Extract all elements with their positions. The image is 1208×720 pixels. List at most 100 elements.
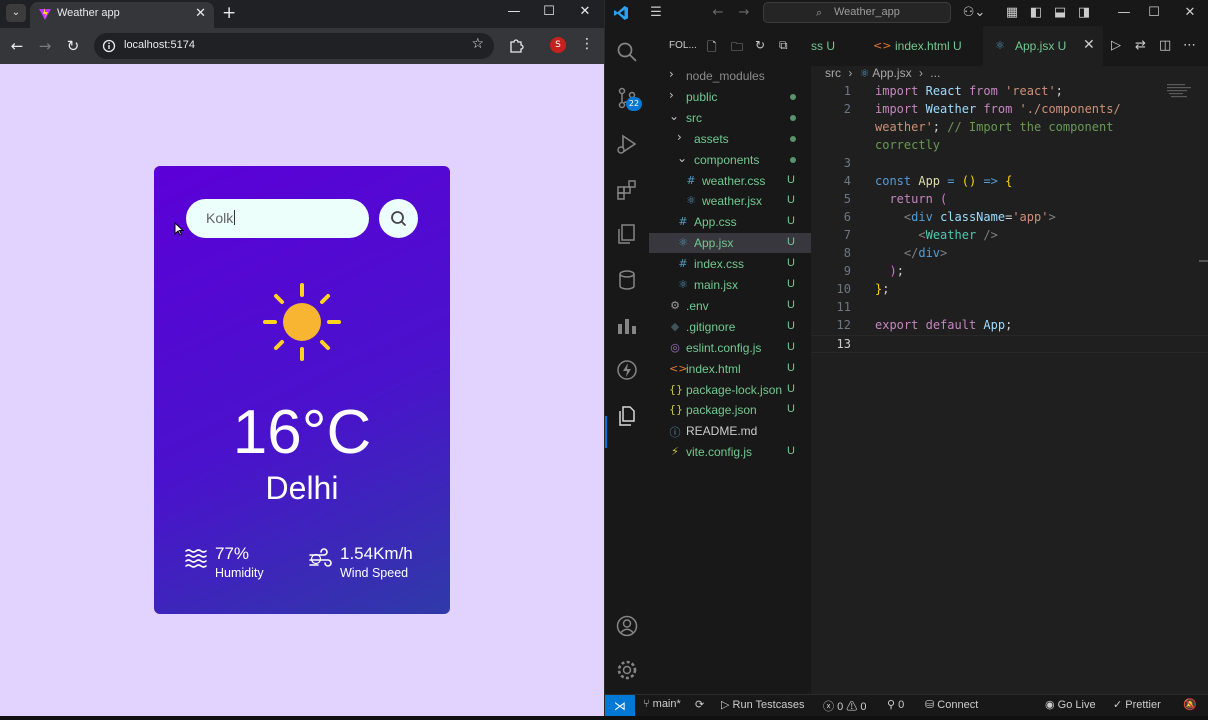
- tree-item[interactable]: <> index.html U: [649, 359, 811, 379]
- notifications-icon[interactable]: 🔕: [1183, 698, 1197, 711]
- command-center-search[interactable]: ⌕ Weather_app: [763, 2, 951, 23]
- nav-forward-icon[interactable]: →: [735, 5, 753, 20]
- code-line[interactable]: 10};: [811, 281, 1208, 299]
- tree-item[interactable]: # weather.css U: [649, 171, 811, 191]
- info-icon[interactable]: [102, 39, 116, 53]
- star-icon[interactable]: ☆: [471, 36, 484, 52]
- code-line[interactable]: 11: [811, 299, 1208, 317]
- reload-icon[interactable]: ↻: [64, 37, 82, 55]
- code-line[interactable]: 12 export default App;: [811, 317, 1208, 335]
- maximize-icon[interactable]: ☐: [540, 4, 558, 19]
- run-debug-icon[interactable]: [615, 132, 639, 156]
- tree-item[interactable]: ⌄ src: [649, 108, 811, 128]
- problems-status[interactable]: ⓧ 0 ⚠ 0: [823, 698, 866, 714]
- database-icon[interactable]: [615, 268, 639, 292]
- code-line[interactable]: 3: [811, 155, 1208, 173]
- maximize-icon[interactable]: ☐: [1145, 5, 1163, 20]
- tree-item[interactable]: ◎ eslint.config.js U: [649, 338, 811, 358]
- code-line[interactable]: 8 </div>: [811, 245, 1208, 263]
- tree-item[interactable]: ⚛ main.jsx U: [649, 275, 811, 295]
- branch-status[interactable]: ⑂ main*: [643, 698, 681, 710]
- close-window-icon[interactable]: ✕: [1181, 5, 1199, 20]
- chart-icon[interactable]: [615, 314, 639, 338]
- tree-item[interactable]: ⚙ .env U: [649, 296, 811, 316]
- run-testcases-button[interactable]: ▷ Run Testcases: [721, 698, 804, 711]
- back-icon[interactable]: ←: [8, 37, 26, 55]
- tree-item[interactable]: ⚛ weather.jsx U: [649, 191, 811, 211]
- tree-item[interactable]: ⚛ App.jsx U: [649, 233, 811, 254]
- tree-item[interactable]: ⓘ README.md: [649, 421, 811, 441]
- sync-icon[interactable]: ⟳: [695, 698, 704, 711]
- go-live-button[interactable]: ◉ Go Live: [1045, 698, 1096, 711]
- code-line[interactable]: 7 <Weather />: [811, 227, 1208, 245]
- close-icon[interactable]: ✕: [1083, 37, 1095, 53]
- breadcrumb-item[interactable]: src: [825, 66, 841, 80]
- split-editor-icon[interactable]: ◫: [1159, 38, 1171, 53]
- new-tab-icon[interactable]: +: [222, 3, 236, 23]
- tree-item[interactable]: › assets: [649, 129, 811, 149]
- tree-item[interactable]: {} package-lock.json U: [649, 380, 811, 400]
- browser-menu-icon[interactable]: ⋮: [580, 36, 594, 52]
- remote-explorer-icon[interactable]: [615, 222, 639, 246]
- close-window-icon[interactable]: ✕: [576, 4, 594, 19]
- extensions-icon[interactable]: [615, 178, 639, 202]
- minimap[interactable]: [1167, 82, 1195, 102]
- tree-item[interactable]: › public: [649, 87, 811, 107]
- toggle-panel-icon[interactable]: ⬓: [1051, 5, 1069, 20]
- refresh-icon[interactable]: ↻: [755, 38, 765, 52]
- minimize-icon[interactable]: —: [1115, 5, 1133, 20]
- tree-item[interactable]: # index.css U: [649, 254, 811, 274]
- lightning-icon[interactable]: [615, 358, 639, 382]
- new-folder-icon[interactable]: 🗀: [731, 38, 743, 59]
- account-icon[interactable]: [615, 614, 639, 638]
- nav-back-icon[interactable]: ←: [709, 5, 727, 20]
- minimize-icon[interactable]: —: [505, 4, 523, 19]
- tab-close-icon[interactable]: ✕: [195, 6, 206, 21]
- customize-layout-icon[interactable]: ▦: [1003, 5, 1021, 20]
- tree-item[interactable]: # App.css U: [649, 212, 811, 232]
- new-file-icon[interactable]: 🗋: [707, 38, 717, 59]
- tab-index-html[interactable]: <> index.html U: [863, 26, 973, 66]
- address-bar[interactable]: localhost:5174 ☆: [94, 33, 494, 59]
- tree-item[interactable]: › node_modules: [649, 66, 811, 86]
- more-actions-icon[interactable]: ⋯: [1183, 38, 1196, 53]
- explorer-icon[interactable]: [615, 404, 639, 428]
- copilot-icon[interactable]: ⚇⌄: [961, 5, 987, 20]
- run-code-icon[interactable]: ▷: [1111, 38, 1121, 53]
- toggle-primary-sidebar-icon[interactable]: ◧: [1027, 5, 1045, 20]
- toggle-secondary-sidebar-icon[interactable]: ◨: [1075, 5, 1093, 20]
- code-line[interactable]: 2 import Weather from './components/: [811, 101, 1208, 119]
- code-line[interactable]: 4 const App = () => {: [811, 173, 1208, 191]
- tab-app-jsx[interactable]: ⚛ App.jsx U ✕: [983, 26, 1103, 66]
- browser-tab-weather-app[interactable]: Weather app ✕: [30, 2, 214, 28]
- tree-item[interactable]: ◆ .gitignore U: [649, 317, 811, 337]
- code-line[interactable]: 1 import React from 'react';: [811, 83, 1208, 101]
- ports-status[interactable]: ⚲ 0: [887, 698, 904, 711]
- tree-item[interactable]: ⚡ vite.config.js U: [649, 442, 811, 462]
- settings-gear-icon[interactable]: [615, 658, 639, 682]
- tab-search-dropdown-icon[interactable]: ⌄: [6, 4, 26, 22]
- remote-indicator-icon[interactable]: ⋊: [605, 695, 635, 717]
- code-line[interactable]: weather'; // Import the component: [811, 119, 1208, 137]
- tab-partial-css[interactable]: ss U: [811, 26, 861, 66]
- breadcrumb-item[interactable]: App.jsx: [872, 66, 911, 80]
- tree-item[interactable]: ⌄ components: [649, 150, 811, 170]
- prettier-button[interactable]: ✓ Prettier: [1113, 698, 1161, 711]
- code-line[interactable]: 5 return (: [811, 191, 1208, 209]
- code-line[interactable]: 9 );: [811, 263, 1208, 281]
- menu-hamburger-icon[interactable]: ☰: [647, 5, 665, 20]
- search-button[interactable]: [379, 199, 418, 238]
- search-icon[interactable]: [615, 40, 639, 64]
- breadcrumb-item[interactable]: ...: [930, 66, 940, 80]
- city-search-input[interactable]: Kolk: [186, 199, 369, 238]
- scrollbar-marker[interactable]: [1199, 260, 1208, 262]
- profile-avatar[interactable]: S: [550, 37, 566, 53]
- code-line[interactable]: correctly: [811, 137, 1208, 155]
- forward-icon[interactable]: →: [36, 37, 54, 55]
- tree-item[interactable]: {} package.json U: [649, 400, 811, 420]
- collapse-all-icon[interactable]: ⧉: [779, 38, 788, 53]
- code-line[interactable]: 13: [811, 335, 1208, 353]
- code-line[interactable]: 6 <div className='app'>: [811, 209, 1208, 227]
- compare-changes-icon[interactable]: ⇄: [1135, 38, 1146, 53]
- extensions-icon[interactable]: [508, 37, 524, 53]
